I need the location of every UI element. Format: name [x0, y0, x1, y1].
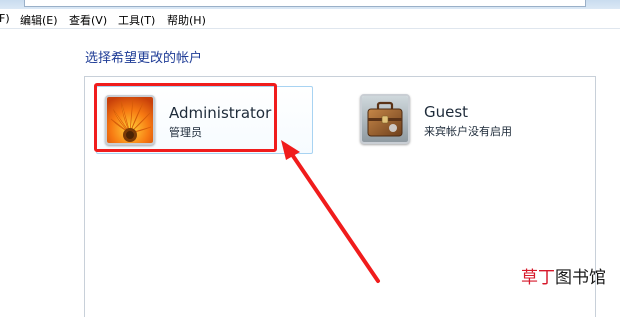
menu-tools[interactable]: 工具(T) [118, 12, 155, 28]
watermark-part-1: 草丁 [521, 268, 555, 288]
watermark: 草丁图书馆 [521, 263, 606, 288]
account-name-guest: Guest [424, 103, 469, 121]
watermark-part-2: 图书馆 [555, 268, 606, 288]
menu-bar: F) 编辑(E) 查看(V) 工具(T) 帮助(H) [0, 9, 620, 29]
page-title: 选择希望更改的帐户 [85, 51, 203, 66]
account-role-guest: 来宾帐户没有启用 [424, 125, 512, 138]
window-title-strip [0, 0, 620, 9]
selection-highlight-box [94, 83, 277, 152]
address-bar-edge[interactable] [24, 0, 586, 7]
account-tile-guest[interactable]: Guest 来宾帐户没有启用 [358, 86, 558, 152]
menu-file[interactable]: F) [0, 12, 10, 25]
menu-edit[interactable]: 编辑(E) [20, 12, 58, 28]
menu-view[interactable]: 查看(V) [69, 12, 107, 28]
briefcase-user-picture-icon [360, 94, 410, 144]
menu-help[interactable]: 帮助(H) [167, 12, 206, 28]
